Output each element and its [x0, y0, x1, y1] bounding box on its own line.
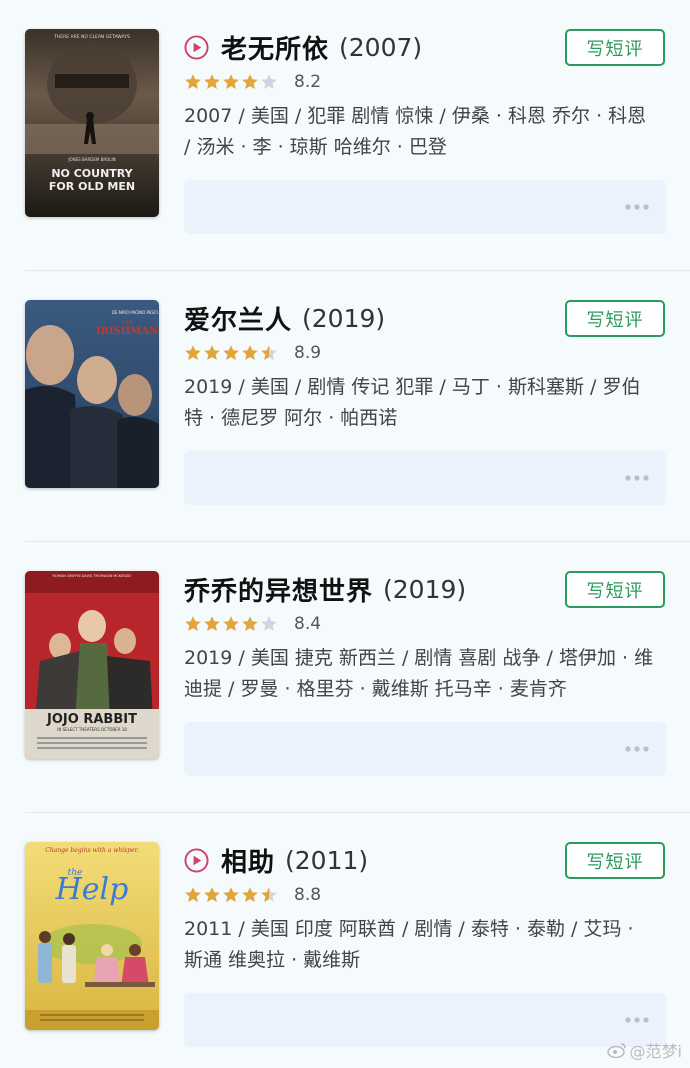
- poster-title-line1: JOJO RABBIT: [46, 712, 137, 727]
- star-empty-icon: [261, 616, 277, 631]
- star-full-icon: [223, 345, 239, 360]
- star-full-icon: [242, 74, 258, 89]
- write-review-button[interactable]: 写短评: [565, 571, 665, 608]
- star-full-icon: [185, 616, 201, 631]
- play-icon[interactable]: [184, 847, 209, 873]
- movie-info: 2019 / 美国 / 剧情 传记 犯罪 / 马丁 · 斯科塞斯 / 罗伯特 ·…: [184, 376, 641, 429]
- poster-image: THERE ARE NO CLEAN GETAWAYS JONES BARDEM…: [25, 29, 159, 217]
- star-empty-icon: [261, 74, 277, 89]
- comment-box[interactable]: [184, 993, 666, 1047]
- rating-row: 8.8: [184, 883, 321, 907]
- movie-item[interactable]: DE NIRO PACINO PESCI THE IRISHMAN 爱尔兰人 (…: [0, 271, 690, 542]
- comment-box[interactable]: [184, 451, 666, 505]
- rating-score: 8.2: [294, 72, 322, 92]
- write-review-button[interactable]: 写短评: [565, 842, 665, 879]
- rating-row: 8.4: [184, 612, 321, 636]
- more-icon[interactable]: [624, 202, 650, 212]
- movie-poster[interactable]: Change begins with a whisper. the Help: [25, 842, 159, 1030]
- poster-title-line2: FOR OLD MEN: [49, 180, 135, 193]
- rating-row: 8.9: [184, 341, 321, 365]
- star-half-icon: [261, 887, 277, 902]
- more-icon[interactable]: [624, 473, 650, 483]
- movie-poster[interactable]: ROMAN GRIFFIN DAVIS THOMASIN MCKENZIE JO…: [25, 571, 159, 759]
- poster-tagline: THERE ARE NO CLEAN GETAWAYS: [53, 34, 130, 40]
- title-row: 相助 (2011): [184, 842, 368, 878]
- poster-cast: DE NIRO PACINO PESCI: [112, 310, 158, 315]
- star-rating: [184, 344, 279, 362]
- poster-image: ROMAN GRIFFIN DAVIS THOMASIN MCKENZIE JO…: [25, 571, 159, 759]
- write-review-button[interactable]: 写短评: [565, 29, 665, 66]
- movie-item[interactable]: ROMAN GRIFFIN DAVIS THOMASIN MCKENZIE JO…: [0, 542, 690, 813]
- poster-image: Change begins with a whisper. the Help: [25, 842, 159, 1030]
- rating-score: 8.9: [294, 343, 322, 363]
- movie-info: 2011 / 美国 印度 阿联酋 / 剧情 / 泰特 · 泰勒 / 艾玛 · 斯…: [184, 918, 634, 971]
- star-full-icon: [242, 887, 258, 902]
- more-icon[interactable]: [624, 1015, 650, 1025]
- poster-title-line2: IN SELECT THEATERS OCTOBER 18: [57, 727, 127, 732]
- movie-info: 2007 / 美国 / 犯罪 剧情 惊悚 / 伊桑 · 科恩 乔尔 · 科恩 /…: [184, 105, 647, 158]
- movie-info: 2019 / 美国 捷克 新西兰 / 剧情 喜剧 战争 / 塔伊加 · 维迪提 …: [184, 647, 654, 700]
- movie-title[interactable]: 相助: [221, 842, 275, 879]
- star-rating: [184, 73, 279, 91]
- movie-item[interactable]: THERE ARE NO CLEAN GETAWAYS JONES BARDEM…: [0, 0, 690, 271]
- star-full-icon: [204, 616, 220, 631]
- star-full-icon: [204, 345, 220, 360]
- poster-cast: ROMAN GRIFFIN DAVIS THOMASIN MCKENZIE: [52, 574, 131, 578]
- star-full-icon: [185, 887, 201, 902]
- play-icon[interactable]: [184, 34, 209, 60]
- movie-item[interactable]: Change begins with a whisper. the Help 相…: [0, 813, 690, 1068]
- star-rating: [184, 615, 279, 633]
- movie-poster[interactable]: THERE ARE NO CLEAN GETAWAYS JONES BARDEM…: [25, 29, 159, 217]
- star-full-icon: [223, 74, 239, 89]
- watermark-text: @范梦i: [629, 1042, 682, 1061]
- poster-title-line2: IRISHMAN: [96, 326, 158, 337]
- star-full-icon: [223, 887, 239, 902]
- star-full-icon: [242, 345, 258, 360]
- more-icon[interactable]: [624, 744, 650, 754]
- poster-image: DE NIRO PACINO PESCI THE IRISHMAN: [25, 300, 159, 488]
- movie-title[interactable]: 乔乔的异想世界: [184, 571, 373, 608]
- poster-title-line1: NO COUNTRY: [51, 167, 133, 180]
- star-rating: [184, 886, 279, 904]
- weibo-icon: [606, 1043, 626, 1058]
- rating-score: 8.4: [294, 614, 322, 634]
- movie-title[interactable]: 爱尔兰人: [184, 300, 292, 337]
- movie-year: (2019): [383, 574, 467, 604]
- poster-tagline: Change begins with a whisper.: [45, 847, 139, 854]
- rating-row: 8.2: [184, 70, 321, 94]
- watermark: @范梦i: [606, 1038, 682, 1062]
- write-review-button[interactable]: 写短评: [565, 300, 665, 337]
- star-full-icon: [223, 616, 239, 631]
- star-full-icon: [185, 74, 201, 89]
- movie-title[interactable]: 老无所依: [221, 29, 329, 66]
- movie-year: (2019): [302, 303, 386, 333]
- poster-cast: JONES BARDEM BROLIN: [67, 157, 115, 162]
- movie-list-page: THERE ARE NO CLEAN GETAWAYS JONES BARDEM…: [0, 0, 690, 1068]
- movie-year: (2011): [285, 845, 369, 875]
- comment-box[interactable]: [184, 180, 666, 234]
- poster-title-line2: Help: [55, 872, 129, 907]
- star-full-icon: [185, 345, 201, 360]
- title-row: 乔乔的异想世界 (2019): [184, 571, 466, 607]
- title-row: 爱尔兰人 (2019): [184, 300, 385, 336]
- star-full-icon: [204, 74, 220, 89]
- title-row: 老无所依 (2007): [184, 29, 422, 65]
- rating-score: 8.8: [294, 885, 322, 905]
- star-full-icon: [204, 887, 220, 902]
- star-half-icon: [261, 345, 277, 360]
- movie-poster[interactable]: DE NIRO PACINO PESCI THE IRISHMAN: [25, 300, 159, 488]
- movie-year: (2007): [339, 32, 423, 62]
- comment-box[interactable]: [184, 722, 666, 776]
- star-full-icon: [242, 616, 258, 631]
